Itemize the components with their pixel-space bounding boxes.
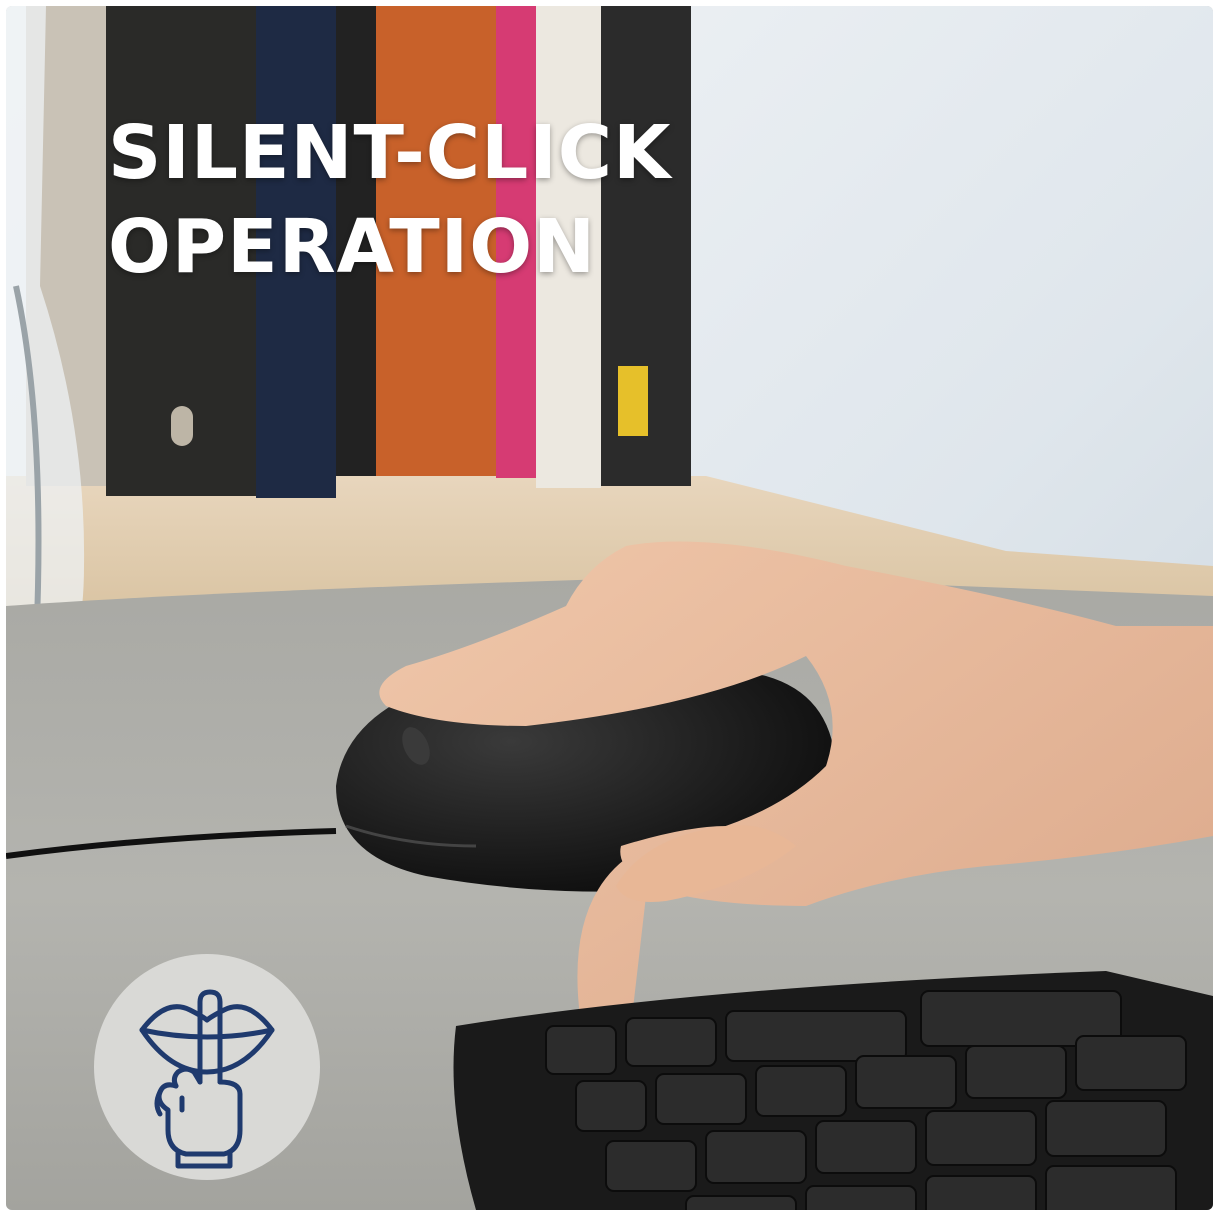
headline-line-2: OPERATION: [108, 204, 597, 290]
headline-line-1: SILENT-CLICK: [108, 110, 672, 196]
product-image: SILENT-CLICK OPERATION: [6, 6, 1213, 1210]
silence-badge: [94, 954, 320, 1180]
headline: SILENT-CLICK OPERATION: [108, 106, 671, 294]
silence-gesture-icon: [139, 989, 275, 1169]
